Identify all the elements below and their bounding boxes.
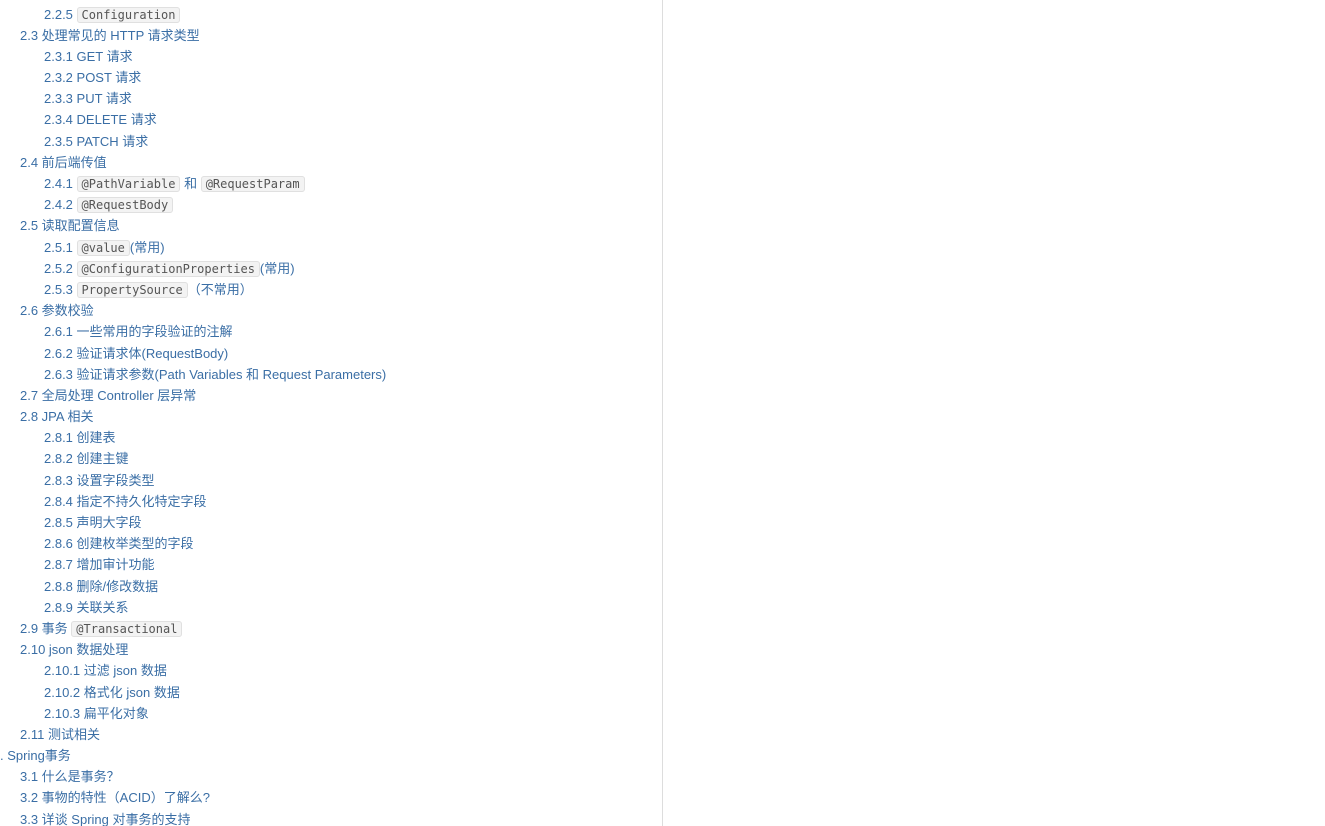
- toc-item: 2.8.6 创建枚举类型的字段: [0, 534, 662, 555]
- toc-link[interactable]: 2.10.1 过滤 json 数据: [44, 663, 167, 678]
- toc-link[interactable]: 2.4.2 @RequestBody: [44, 197, 173, 212]
- toc-item: 2.11 测试相关: [0, 724, 662, 745]
- toc-item: 2.6.2 验证请求体(RequestBody): [0, 343, 662, 364]
- toc-link[interactable]: 3.2 事物的特性（ACID）了解么?: [20, 790, 210, 805]
- toc-item: 2.5.3 PropertySource（不常用）: [0, 279, 662, 300]
- toc-link[interactable]: . Spring事务: [0, 748, 71, 763]
- toc-link[interactable]: 2.8.9 关联关系: [44, 600, 129, 615]
- toc-link[interactable]: 2.11 测试相关: [20, 727, 100, 742]
- toc-item: 3.2 事物的特性（ACID）了解么?: [0, 788, 662, 809]
- toc-link[interactable]: 2.8.2 创建主键: [44, 451, 129, 466]
- toc-item: 2.5.2 @ConfigurationProperties(常用): [0, 258, 662, 279]
- toc-link[interactable]: 2.5.1 @value(常用): [44, 240, 165, 255]
- toc-link[interactable]: 2.9 事务 @Transactional: [20, 621, 182, 636]
- toc-item: 2.3 处理常见的 HTTP 请求类型: [0, 25, 662, 46]
- toc-item: 3.3 详谈 Spring 对事务的支持: [0, 809, 662, 826]
- code-token: @RequestParam: [201, 176, 305, 192]
- toc-link[interactable]: 2.6.1 一些常用的字段验证的注解: [44, 324, 233, 339]
- toc-link[interactable]: 2.3.4 DELETE 请求: [44, 112, 157, 127]
- toc-item: 2.7 全局处理 Controller 层异常: [0, 385, 662, 406]
- toc-item: 2.4.2 @RequestBody: [0, 195, 662, 216]
- toc-item: 2.8.4 指定不持久化特定字段: [0, 491, 662, 512]
- toc-item: 2.9 事务 @Transactional: [0, 618, 662, 639]
- toc-link[interactable]: 2.3.1 GET 请求: [44, 49, 133, 64]
- toc-item: 2.2.5 Configuration: [0, 4, 662, 25]
- toc-link[interactable]: 2.6 参数校验: [20, 303, 94, 318]
- toc-item: 2.8.1 创建表: [0, 428, 662, 449]
- toc-item: 2.8.9 关联关系: [0, 597, 662, 618]
- toc-item: . Spring事务: [0, 746, 662, 767]
- toc-item: 2.10.3 扁平化对象: [0, 703, 662, 724]
- toc-left-column: 2.2.5 Configuration 2.3 处理常见的 HTTP 请求类型 2.…: [0, 0, 663, 826]
- toc-link[interactable]: 3.3 详谈 Spring 对事务的支持: [20, 812, 191, 826]
- toc-item: 2.6.1 一些常用的字段验证的注解: [0, 322, 662, 343]
- toc-item: 2.8.3 设置字段类型: [0, 470, 662, 491]
- toc-link[interactable]: 2.8.3 设置字段类型: [44, 473, 155, 488]
- toc-link[interactable]: 2.8 JPA 相关: [20, 409, 93, 424]
- toc-left-list: 2.2.5 Configuration 2.3 处理常见的 HTTP 请求类型 2.…: [0, 4, 662, 826]
- toc-right-column: 5.2.3 request——每一次HTTP请求都会产生一个新的bean，该be…: [663, 0, 1325, 826]
- toc-item: 2.3.1 GET 请求: [0, 46, 662, 67]
- toc-item: 2.8.7 增加审计功能: [0, 555, 662, 576]
- toc-link[interactable]: 2.3.5 PATCH 请求: [44, 134, 148, 149]
- toc-link[interactable]: 2.10.2 格式化 json 数据: [44, 685, 180, 700]
- toc-link[interactable]: 2.2.5 Configuration: [44, 7, 180, 22]
- toc-link[interactable]: 2.3.2 POST 请求: [44, 70, 141, 85]
- toc-item: 2.3.2 POST 请求: [0, 68, 662, 89]
- toc-item: 2.3.3 PUT 请求: [0, 89, 662, 110]
- toc-link[interactable]: 2.3.3 PUT 请求: [44, 91, 132, 106]
- toc-link[interactable]: 2.10 json 数据处理: [20, 642, 128, 657]
- toc-link[interactable]: 2.8.8 删除/修改数据: [44, 579, 158, 594]
- toc-item: 2.8.8 删除/修改数据: [0, 576, 662, 597]
- toc-link[interactable]: 2.5 读取配置信息: [20, 218, 120, 233]
- toc-item: 2.3.5 PATCH 请求: [0, 131, 662, 152]
- code-token: @PathVariable: [77, 176, 181, 192]
- toc-item: 2.6.3 验证请求参数(Path Variables 和 Request Pa…: [0, 364, 662, 385]
- code-token: @Transactional: [71, 621, 182, 637]
- toc-link[interactable]: 2.6.2 验证请求体(RequestBody): [44, 346, 228, 361]
- toc-item: 2.10 json 数据处理: [0, 640, 662, 661]
- toc-container: 2.2.5 Configuration 2.3 处理常见的 HTTP 请求类型 2.…: [0, 0, 1325, 826]
- toc-item: 2.3.4 DELETE 请求: [0, 110, 662, 131]
- toc-item: 2.8.2 创建主键: [0, 449, 662, 470]
- toc-item: 2.8 JPA 相关: [0, 407, 662, 428]
- code-token: @ConfigurationProperties: [77, 261, 260, 277]
- code-token: @value: [77, 240, 130, 256]
- toc-link[interactable]: 2.8.4 指定不持久化特定字段: [44, 494, 207, 509]
- toc-item: 2.5 读取配置信息: [0, 216, 662, 237]
- toc-link[interactable]: 2.5.2 @ConfigurationProperties(常用): [44, 261, 295, 276]
- toc-link[interactable]: 2.7 全局处理 Controller 层异常: [20, 388, 196, 403]
- toc-link[interactable]: 3.1 什么是事务？: [20, 769, 120, 784]
- toc-link[interactable]: 2.10.3 扁平化对象: [44, 706, 149, 721]
- toc-link[interactable]: 2.6.3 验证请求参数(Path Variables 和 Request Pa…: [44, 367, 386, 382]
- toc-item: 2.4 前后端传值: [0, 152, 662, 173]
- code-token: PropertySource: [77, 282, 188, 298]
- code-token: Configuration: [77, 7, 181, 23]
- toc-link[interactable]: 2.5.3 PropertySource（不常用）: [44, 282, 253, 297]
- toc-link[interactable]: 2.4 前后端传值: [20, 155, 107, 170]
- toc-link[interactable]: 2.3 处理常见的 HTTP 请求类型: [20, 28, 200, 43]
- toc-link[interactable]: 2.8.7 增加审计功能: [44, 557, 155, 572]
- toc-item: 2.5.1 @value(常用): [0, 237, 662, 258]
- toc-item: 2.10.1 过滤 json 数据: [0, 661, 662, 682]
- code-token: @RequestBody: [77, 197, 174, 213]
- toc-link[interactable]: 2.8.6 创建枚举类型的字段: [44, 536, 194, 551]
- toc-item: 2.8.5 声明大字段: [0, 513, 662, 534]
- toc-link[interactable]: 2.8.5 声明大字段: [44, 515, 142, 530]
- toc-item: 3.1 什么是事务？: [0, 767, 662, 788]
- toc-item: 2.4.1 @PathVariable 和 @RequestParam: [0, 174, 662, 195]
- toc-link[interactable]: 2.8.1 创建表: [44, 430, 116, 445]
- toc-item: 2.10.2 格式化 json 数据: [0, 682, 662, 703]
- toc-item: 2.6 参数校验: [0, 301, 662, 322]
- toc-link[interactable]: 2.4.1 @PathVariable 和 @RequestParam: [44, 176, 305, 191]
